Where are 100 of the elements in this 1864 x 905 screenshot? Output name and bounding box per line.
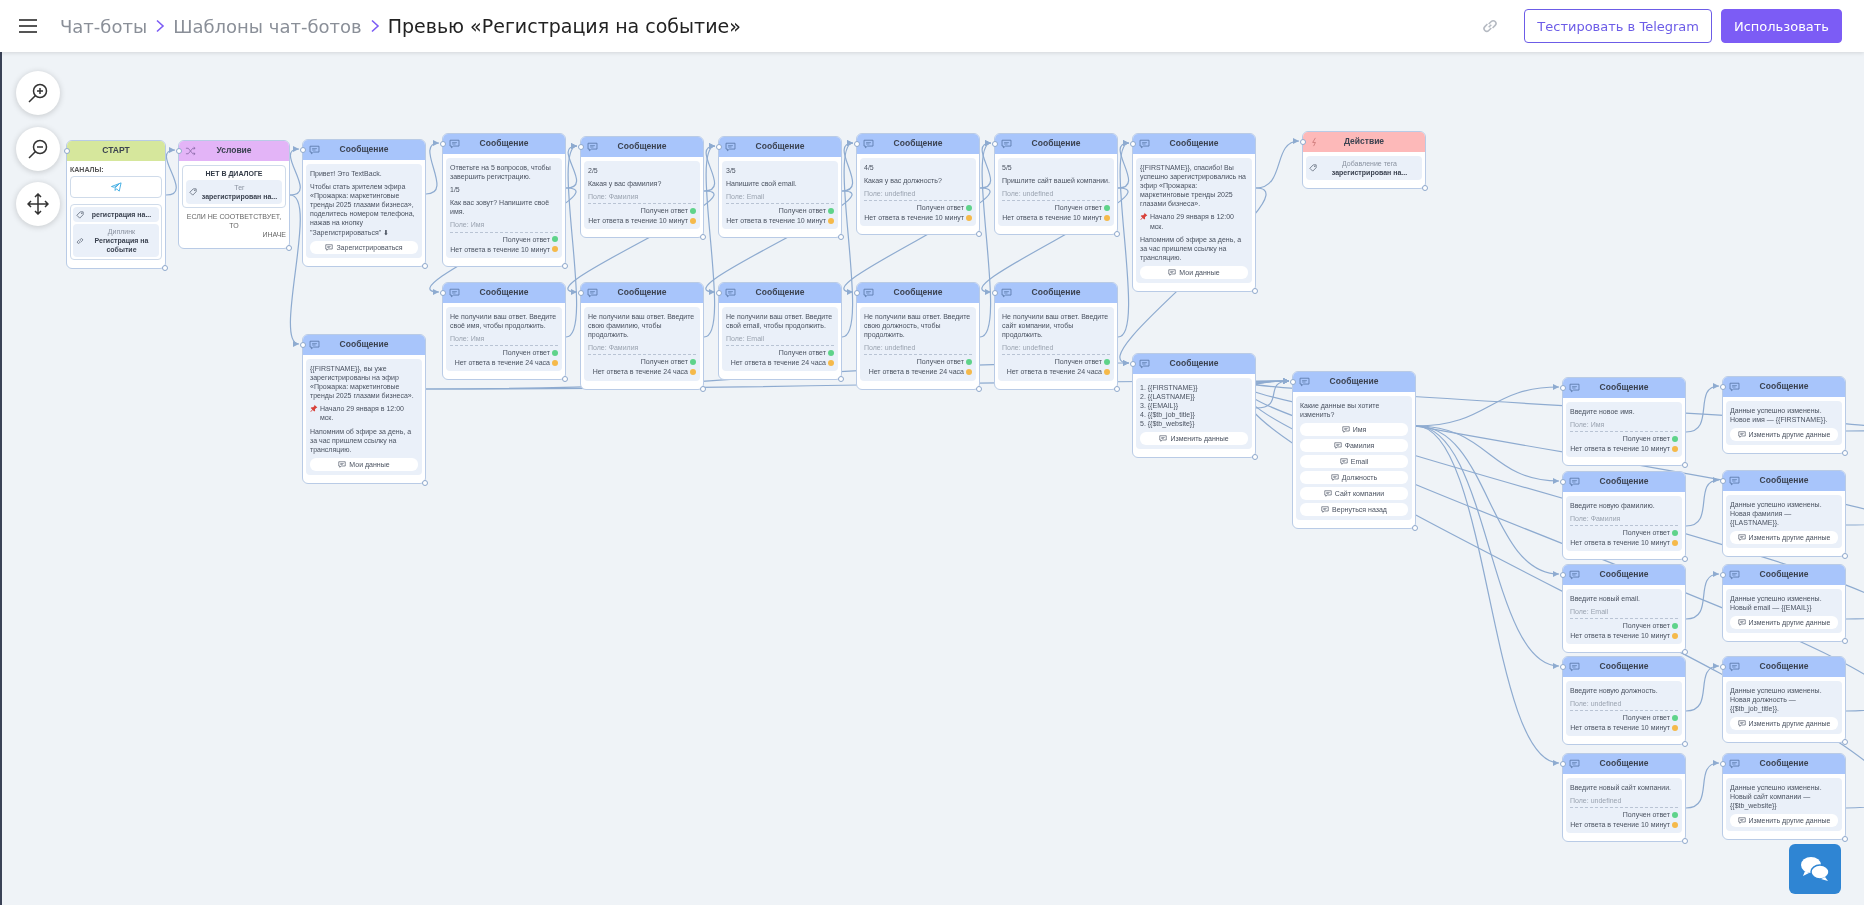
input-port[interactable] <box>854 141 860 147</box>
zoom-in-button[interactable] <box>16 71 60 115</box>
output-port[interactable] <box>1422 185 1428 192</box>
chat-icon <box>1729 759 1740 769</box>
chat-icon <box>1168 268 1177 276</box>
output-port[interactable] <box>422 262 428 269</box>
input-port[interactable] <box>1560 479 1566 485</box>
input-port[interactable] <box>1720 384 1726 390</box>
output-port[interactable] <box>1682 741 1688 748</box>
use-button[interactable]: Использовать <box>1720 9 1842 43</box>
output-port[interactable] <box>1842 836 1848 843</box>
input-port[interactable] <box>716 290 722 296</box>
output-port[interactable] <box>1682 649 1688 656</box>
chat-icon <box>1737 534 1746 542</box>
chat-icon <box>309 145 320 155</box>
chevron-icon <box>155 19 166 33</box>
connector-line <box>165 148 177 196</box>
output-port[interactable] <box>562 262 568 269</box>
output-port[interactable] <box>1682 556 1688 563</box>
node-title: Сообщение <box>1758 381 1810 393</box>
chat-button[interactable] <box>1789 844 1841 894</box>
output-port[interactable] <box>976 231 982 238</box>
input-port[interactable] <box>578 144 584 150</box>
chat-icon <box>1341 426 1350 434</box>
output-port[interactable] <box>1252 454 1258 461</box>
node-title: Сообщение <box>892 138 944 150</box>
output-port[interactable] <box>286 244 292 251</box>
node-title: Сообщение <box>1598 476 1650 488</box>
chat-icon <box>1139 359 1150 369</box>
output-port[interactable] <box>838 234 844 241</box>
chat-icon <box>309 340 320 350</box>
zoom-out-button[interactable] <box>16 127 60 171</box>
input-port[interactable] <box>300 342 306 348</box>
output-port[interactable] <box>1412 525 1418 532</box>
input-port[interactable] <box>300 147 306 153</box>
channel-tile[interactable] <box>70 176 162 199</box>
link-icon[interactable] <box>1481 17 1500 35</box>
output-port[interactable] <box>1114 385 1120 392</box>
output-port[interactable] <box>1252 287 1258 294</box>
move-icon <box>27 193 49 215</box>
input-port[interactable] <box>1300 139 1306 145</box>
node-title: Сообщение <box>1328 376 1380 388</box>
input-port[interactable] <box>578 290 584 296</box>
move-button[interactable] <box>16 182 60 226</box>
input-port[interactable] <box>64 148 70 154</box>
tag-icon <box>76 210 84 219</box>
input-port[interactable] <box>1560 761 1566 767</box>
chat-icon <box>1139 139 1150 149</box>
chat-icon <box>587 288 598 298</box>
output-port[interactable] <box>422 479 428 486</box>
input-port[interactable] <box>1560 572 1566 578</box>
input-port[interactable] <box>1720 572 1726 578</box>
output-port[interactable] <box>838 376 844 383</box>
output-port[interactable] <box>1114 231 1120 238</box>
input-port[interactable] <box>1130 361 1136 367</box>
output-port[interactable] <box>1842 553 1848 560</box>
node-title: Сообщение <box>338 144 390 156</box>
input-port[interactable] <box>1560 664 1566 670</box>
input-port[interactable] <box>176 148 182 154</box>
chat-icon <box>338 460 347 468</box>
menu-icon[interactable] <box>18 18 38 34</box>
output-port[interactable] <box>162 265 168 272</box>
input-port[interactable] <box>716 144 722 150</box>
node-title: Сообщение <box>1758 475 1810 487</box>
input-port[interactable] <box>992 141 998 147</box>
input-port[interactable] <box>1720 761 1726 767</box>
output-port[interactable] <box>1682 462 1688 469</box>
chat-icon <box>1333 442 1342 450</box>
shuffle-icon <box>185 146 196 156</box>
output-port[interactable] <box>1842 739 1848 746</box>
node-title: Сообщение <box>1758 758 1810 770</box>
chat-icon <box>725 288 736 298</box>
input-port[interactable] <box>1720 664 1726 670</box>
input-port[interactable] <box>1130 141 1136 147</box>
output-port[interactable] <box>700 234 706 241</box>
node-title: Сообщение <box>616 141 668 153</box>
input-port[interactable] <box>992 290 998 296</box>
input-port[interactable] <box>1720 478 1726 484</box>
node-title: Условие <box>215 145 253 157</box>
node-title: Сообщение <box>892 287 944 299</box>
input-port[interactable] <box>440 290 446 296</box>
input-port[interactable] <box>1290 379 1296 385</box>
output-port[interactable] <box>700 385 706 392</box>
output-port[interactable] <box>1842 450 1848 457</box>
chat-icon <box>1569 477 1580 487</box>
input-port[interactable] <box>854 290 860 296</box>
input-port[interactable] <box>440 141 446 147</box>
node-title: Сообщение <box>1030 287 1082 299</box>
input-port[interactable] <box>1560 385 1566 391</box>
node-title: Сообщение <box>1168 358 1220 370</box>
output-port[interactable] <box>562 376 568 383</box>
node-title: Сообщение <box>616 287 668 299</box>
output-port[interactable] <box>976 385 982 392</box>
node-title: Сообщение <box>478 287 530 299</box>
output-port[interactable] <box>1842 638 1848 645</box>
chat-icon <box>1737 619 1746 627</box>
output-port[interactable] <box>1682 838 1688 845</box>
test-button[interactable]: Тестировать в Telegram <box>1524 9 1712 43</box>
node-title: Сообщение <box>478 138 530 150</box>
chat-icon <box>1299 377 1310 387</box>
